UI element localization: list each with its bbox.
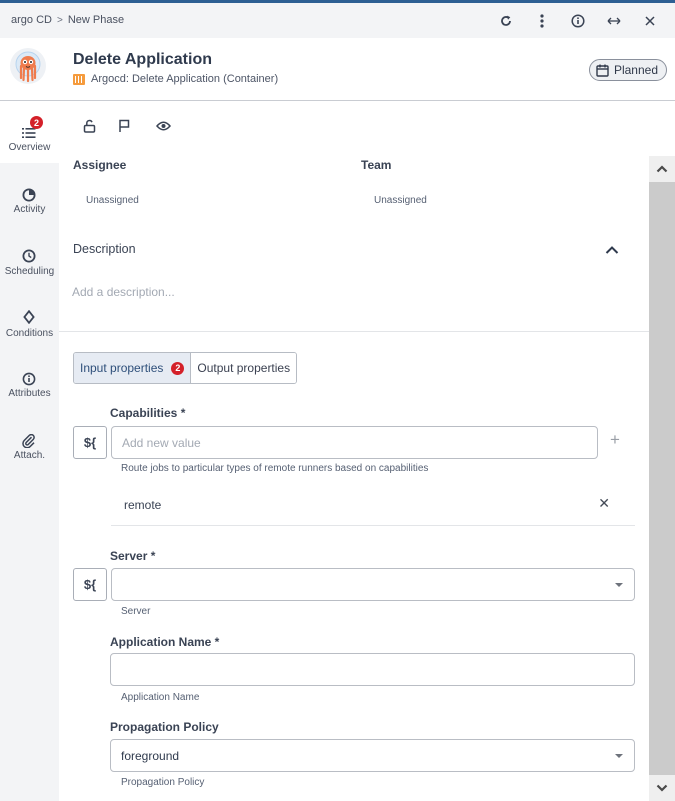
remove-capability-icon[interactable]: ✕: [598, 495, 610, 512]
activity-icon: [21, 187, 37, 203]
server-expression-button[interactable]: ${: [73, 568, 107, 601]
overview-badge: 2: [30, 116, 43, 129]
capability-value-row: remote ✕: [111, 490, 635, 526]
main-panel: Assignee Unassigned Team Unassigned Desc…: [59, 101, 649, 801]
sidebar-item-label: Overview: [8, 142, 51, 153]
tab-output-properties[interactable]: Output properties: [191, 353, 297, 383]
add-capability-button[interactable]: +: [610, 431, 620, 448]
assignee-label: Assignee: [73, 158, 127, 172]
sidebar-item-label: Scheduling: [4, 266, 55, 277]
capabilities-placeholder: Add new value: [122, 435, 201, 450]
top-bar: argo CD > New Phase: [0, 0, 675, 38]
team-label: Team: [361, 158, 392, 172]
task-subtitle: Argocd: Delete Application (Container): [73, 73, 278, 85]
sidebar: 2 Overview Activity Scheduling Condition…: [0, 101, 59, 801]
task-header: Delete Application Argocd: Delete Applic…: [0, 38, 675, 101]
scrollbar[interactable]: [649, 156, 675, 801]
eye-icon[interactable]: [155, 118, 171, 134]
task-title: Delete Application: [73, 51, 212, 68]
dropdown-caret-icon: [615, 583, 623, 587]
sidebar-item-label: Attach.: [13, 450, 46, 461]
collapse-chevron-icon[interactable]: [605, 242, 621, 256]
calendar-icon: [596, 64, 609, 77]
tab-input-properties[interactable]: Input properties 2: [74, 353, 192, 383]
propagation-policy-select[interactable]: foreground: [110, 739, 635, 772]
expand-horizontal-icon[interactable]: [604, 11, 624, 31]
container-task-icon: [73, 73, 85, 85]
assignee-value[interactable]: Unassigned: [86, 195, 139, 206]
sidebar-item-activity[interactable]: Activity: [0, 163, 59, 225]
breadcrumb-current: New Phase: [67, 14, 125, 26]
scroll-up-button[interactable]: [649, 156, 675, 182]
breadcrumb: argo CD > New Phase: [11, 14, 124, 26]
more-vertical-icon[interactable]: [532, 11, 552, 31]
team-value[interactable]: Unassigned: [374, 195, 427, 206]
clock-icon: [21, 248, 37, 264]
propagation-policy-help: Propagation Policy: [121, 777, 205, 788]
argo-logo-avatar: [10, 48, 46, 84]
breadcrumb-parent[interactable]: argo CD: [11, 14, 52, 26]
description-label: Description: [73, 242, 136, 256]
sidebar-item-label: Conditions: [5, 328, 54, 339]
scroll-down-button[interactable]: [649, 775, 675, 801]
flag-icon[interactable]: [116, 118, 132, 134]
info-icon: [21, 371, 37, 387]
capabilities-help: Route jobs to particular types of remote…: [121, 463, 429, 474]
capabilities-label: Capabilities *: [110, 406, 186, 420]
sidebar-item-attachments[interactable]: Attach.: [0, 411, 59, 473]
status-badge[interactable]: Planned: [588, 59, 667, 81]
status-label: Planned: [613, 63, 658, 77]
application-name-input[interactable]: [110, 653, 635, 686]
close-icon[interactable]: [640, 11, 660, 31]
propagation-policy-label: Propagation Policy: [110, 720, 219, 734]
tab-label: Input properties: [80, 361, 164, 375]
tab-label: Output properties: [197, 361, 291, 375]
breadcrumb-separator: >: [56, 15, 63, 26]
section-divider: [59, 331, 649, 332]
diamond-icon: [21, 309, 37, 325]
application-name-label: Application Name *: [110, 635, 220, 649]
propagation-policy-value: foreground: [121, 748, 180, 763]
sidebar-item-conditions[interactable]: Conditions: [0, 287, 59, 349]
properties-tabs: Input properties 2 Output properties: [73, 352, 298, 384]
sidebar-item-label: Activity: [13, 204, 46, 215]
server-help: Server: [121, 606, 151, 617]
application-name-help: Application Name: [121, 692, 200, 703]
sidebar-item-attributes[interactable]: Attributes: [0, 349, 59, 411]
input-properties-badge: 2: [171, 361, 185, 375]
task-type-label: Argocd: Delete Application (Container): [91, 73, 279, 85]
refresh-icon[interactable]: [496, 11, 516, 31]
sidebar-item-overview[interactable]: 2 Overview: [0, 101, 59, 163]
server-label: Server *: [110, 549, 156, 563]
dropdown-caret-icon: [615, 754, 623, 758]
paperclip-icon: [21, 433, 37, 449]
capabilities-expression-button[interactable]: ${: [73, 426, 107, 459]
server-select[interactable]: [111, 568, 635, 601]
description-input[interactable]: Add a description...: [72, 285, 175, 299]
info-icon[interactable]: [568, 11, 588, 31]
unlock-icon[interactable]: [81, 118, 97, 134]
sidebar-item-scheduling[interactable]: Scheduling: [0, 225, 59, 287]
capability-value: remote: [124, 498, 162, 512]
sidebar-item-label: Attributes: [8, 388, 51, 399]
capabilities-input[interactable]: Add new value: [111, 426, 598, 459]
